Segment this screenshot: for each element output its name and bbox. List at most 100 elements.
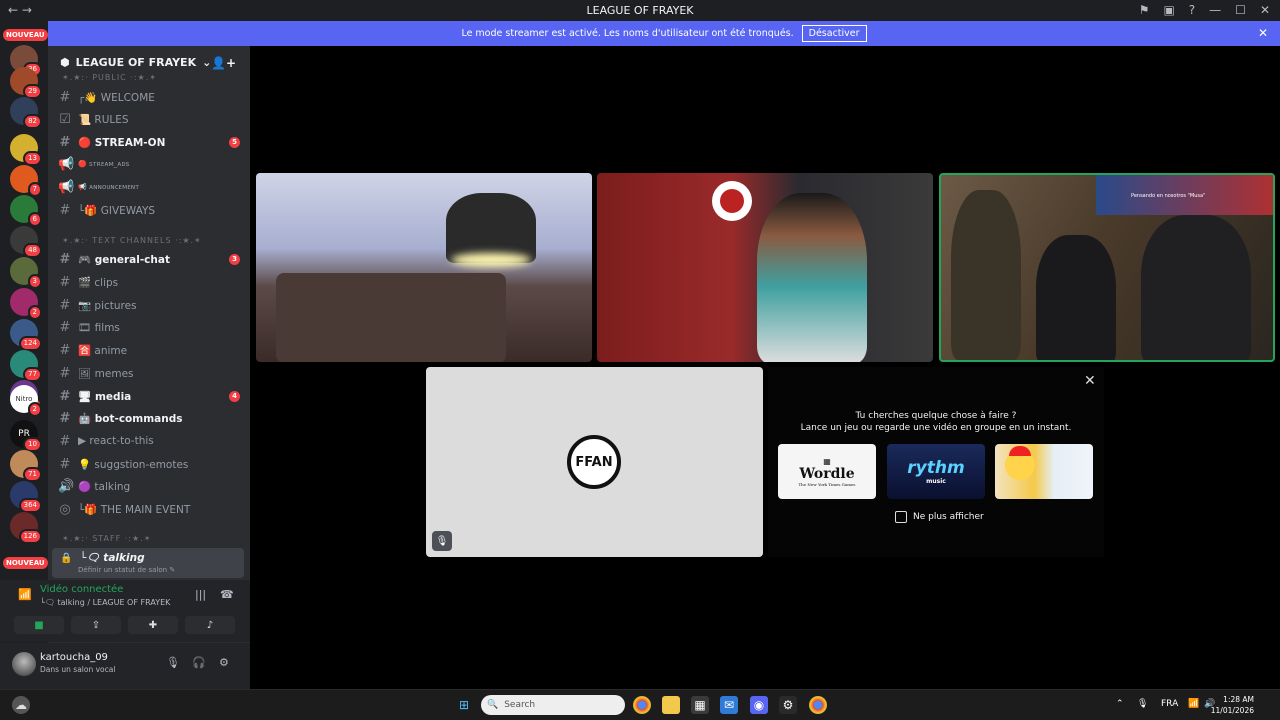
video-tile-avatar[interactable]: FFAN 🎙 xyxy=(426,367,763,557)
checkbox-box[interactable] xyxy=(895,511,907,523)
hash-icon: # xyxy=(59,388,71,404)
server-icon[interactable]: 3 xyxy=(10,257,42,289)
headphones-icon[interactable]: 🎧 xyxy=(192,656,206,669)
server-icon[interactable]: 6 xyxy=(10,195,42,227)
hash-icon: # xyxy=(59,433,71,449)
channel-item[interactable]: ◎ └🎁 THE MAIN EVENT xyxy=(58,499,246,519)
voice-connected-label[interactable]: Vidéo connectée xyxy=(40,584,123,595)
channel-item[interactable]: 📢 📢 ᴀɴɴᴏᴜɴᴄᴇᴍᴇɴᴛ xyxy=(58,177,246,197)
soundboard-button[interactable]: ♪ xyxy=(185,616,235,634)
channel-item[interactable]: 🔊 🟣 talking xyxy=(58,476,246,496)
channel-item[interactable]: # 💡 suggstion-emotes xyxy=(58,454,246,474)
server-icon[interactable]: 7 xyxy=(10,165,42,197)
activities-button[interactable]: ✚ xyxy=(128,616,178,634)
user-status: Dans un salon vocal xyxy=(40,665,116,674)
system-clock[interactable]: 1:28 AM 11/01/2026 xyxy=(1211,694,1254,716)
close-window-icon[interactable]: ✕ xyxy=(1260,3,1270,17)
close-icon[interactable]: ✕ xyxy=(1084,373,1096,389)
holiday-game-card[interactable] xyxy=(995,444,1093,499)
minimize-icon[interactable]: — xyxy=(1209,3,1221,17)
mic-tray-icon[interactable]: 🎙 xyxy=(1137,699,1148,709)
dont-show-again-checkbox[interactable]: Ne plus afficher xyxy=(895,511,984,523)
settings-gear-icon[interactable]: ⚙ xyxy=(219,656,229,669)
app-icon[interactable]: ⚙ xyxy=(779,696,797,714)
category-header[interactable]: ✶.★:· STAFF ·:★.✶ xyxy=(62,534,151,543)
username[interactable]: kartoucha_09 xyxy=(40,652,108,663)
channel-item[interactable]: # 🖼 memes xyxy=(58,363,246,383)
channel-item[interactable]: # 📷 pictures xyxy=(58,295,246,315)
inbox-icon[interactable]: ⚑ xyxy=(1139,3,1150,17)
channel-item[interactable]: # 🎬 clips xyxy=(58,272,246,292)
wifi-icon[interactable]: 📶 xyxy=(1188,699,1199,709)
category-header[interactable]: ✶.★:· TEXT CHANNELS ·:★.✶ xyxy=(62,236,202,245)
hash-icon: # xyxy=(59,202,71,218)
store-icon[interactable]: ▦ xyxy=(691,696,709,714)
windows-taskbar: ☁ ⊞ 🔍 Search ▦ ✉ ◉ ⚙ ⌃ 🎙 FRA 📶 🔊 1:28 AM… xyxy=(0,689,1280,720)
server-icon[interactable]: 48 xyxy=(10,226,42,258)
maximize-icon[interactable]: ☐ xyxy=(1235,3,1246,17)
channel-item[interactable]: # 🈴 anime xyxy=(58,340,246,360)
flag-emblem xyxy=(712,181,752,221)
channel-item[interactable]: 📢 🔴 ꜱᴛʀᴇᴀᴍ_ᴀᴅꜱ xyxy=(58,154,246,174)
rythm-card[interactable]: rythm music xyxy=(887,444,985,499)
server-icon[interactable]: 77 xyxy=(10,350,42,382)
avatar[interactable] xyxy=(12,652,36,676)
channel-item[interactable]: ☑ 📜 RULES xyxy=(58,109,246,129)
channel-item[interactable]: # 🎞 films xyxy=(58,317,246,337)
mail-icon[interactable]: ✉ xyxy=(720,696,738,714)
guild-name: LEAGUE OF FRAYEK xyxy=(75,55,197,69)
server-icon[interactable]: 82 xyxy=(10,97,42,129)
participant-figure xyxy=(757,193,867,362)
video-tile[interactable] xyxy=(256,173,592,362)
server-icon[interactable]: 13 xyxy=(10,134,42,166)
server-icon[interactable]: 29 xyxy=(10,67,42,99)
channel-item[interactable]: # 🖥 media 4 xyxy=(58,386,246,406)
wordle-card[interactable]: ▦ Wordle The New York Times Games xyxy=(778,444,876,499)
participant-figure xyxy=(1036,235,1116,360)
screen-share-button[interactable]: ⇪ xyxy=(71,616,121,634)
channel-item[interactable]: # 🎮 general-chat 3 xyxy=(58,249,246,269)
category-header[interactable]: ✶.★:· PUBLIC ·:★.✶ xyxy=(62,73,157,82)
active-voice-channel[interactable]: 🔒 └🗨 talking Définir un statut de salon … xyxy=(52,548,244,578)
chrome-icon[interactable] xyxy=(633,696,651,714)
channel-item[interactable]: # └🎁 GIVEWAYS xyxy=(58,200,246,220)
voice-location[interactable]: └🗨 talking / LEAGUE OF FRAYEK xyxy=(40,598,170,607)
language-indicator[interactable]: FRA xyxy=(1161,699,1178,709)
video-tile[interactable] xyxy=(597,173,933,362)
guild-icon: ⬢ xyxy=(60,55,70,69)
user-panel: kartoucha_09 Dans un salon vocal 🎙 🎧 ⚙ xyxy=(0,643,250,689)
disconnect-icon[interactable]: ☎ xyxy=(220,588,234,601)
chrome-profile-icon[interactable] xyxy=(809,696,827,714)
tray-chevron-icon[interactable]: ⌃ xyxy=(1116,699,1124,709)
participant-figure xyxy=(951,190,1021,360)
camera-button[interactable]: ■ xyxy=(14,616,64,634)
screen-icon[interactable]: ▣ xyxy=(1163,3,1174,17)
file-explorer-icon[interactable] xyxy=(662,696,680,714)
invite-icon[interactable]: 👤+ xyxy=(211,56,236,70)
search-icon: 🔍 xyxy=(487,700,499,710)
server-icon[interactable]: 71 xyxy=(10,450,42,482)
server-icon[interactable]: 126 xyxy=(10,512,42,544)
noise-suppression-icon[interactable]: ||| xyxy=(195,588,206,601)
channel-status[interactable]: Définir un statut de salon ✎ xyxy=(78,566,175,574)
help-icon[interactable]: ? xyxy=(1189,3,1195,17)
microphone-icon[interactable]: 🎙 xyxy=(166,656,180,669)
taskbar-search[interactable]: 🔍 Search xyxy=(481,695,625,715)
server-icon[interactable]: 364 xyxy=(10,481,42,513)
server-icon[interactable]: PR 10 xyxy=(10,420,42,452)
server-icon[interactable]: 2 xyxy=(10,288,42,320)
window-title: LEAGUE OF FRAYEK xyxy=(586,4,694,17)
channel-item[interactable]: # 🤖 bot-commands xyxy=(58,408,246,428)
disable-streamer-button[interactable]: Désactiver xyxy=(801,25,867,42)
lamp-light xyxy=(451,253,531,267)
close-banner-icon[interactable]: ✕ xyxy=(1258,26,1268,40)
channel-item[interactable]: # ▶ react-to-this xyxy=(58,431,246,451)
widgets-icon[interactable]: ☁ xyxy=(12,696,30,714)
discord-icon[interactable]: ◉ xyxy=(750,696,768,714)
channel-item[interactable]: # ┌👋 WELCOME xyxy=(58,87,246,107)
start-icon[interactable]: ⊞ xyxy=(455,696,473,714)
video-tile-speaking[interactable]: Pensando en nosotros "Musa" xyxy=(939,173,1275,362)
server-icon[interactable]: 124 xyxy=(10,319,42,351)
server-icon[interactable]: Nitro 2 xyxy=(10,385,42,417)
channel-item[interactable]: # 🔴 STREAM-ON 5 xyxy=(58,132,246,152)
